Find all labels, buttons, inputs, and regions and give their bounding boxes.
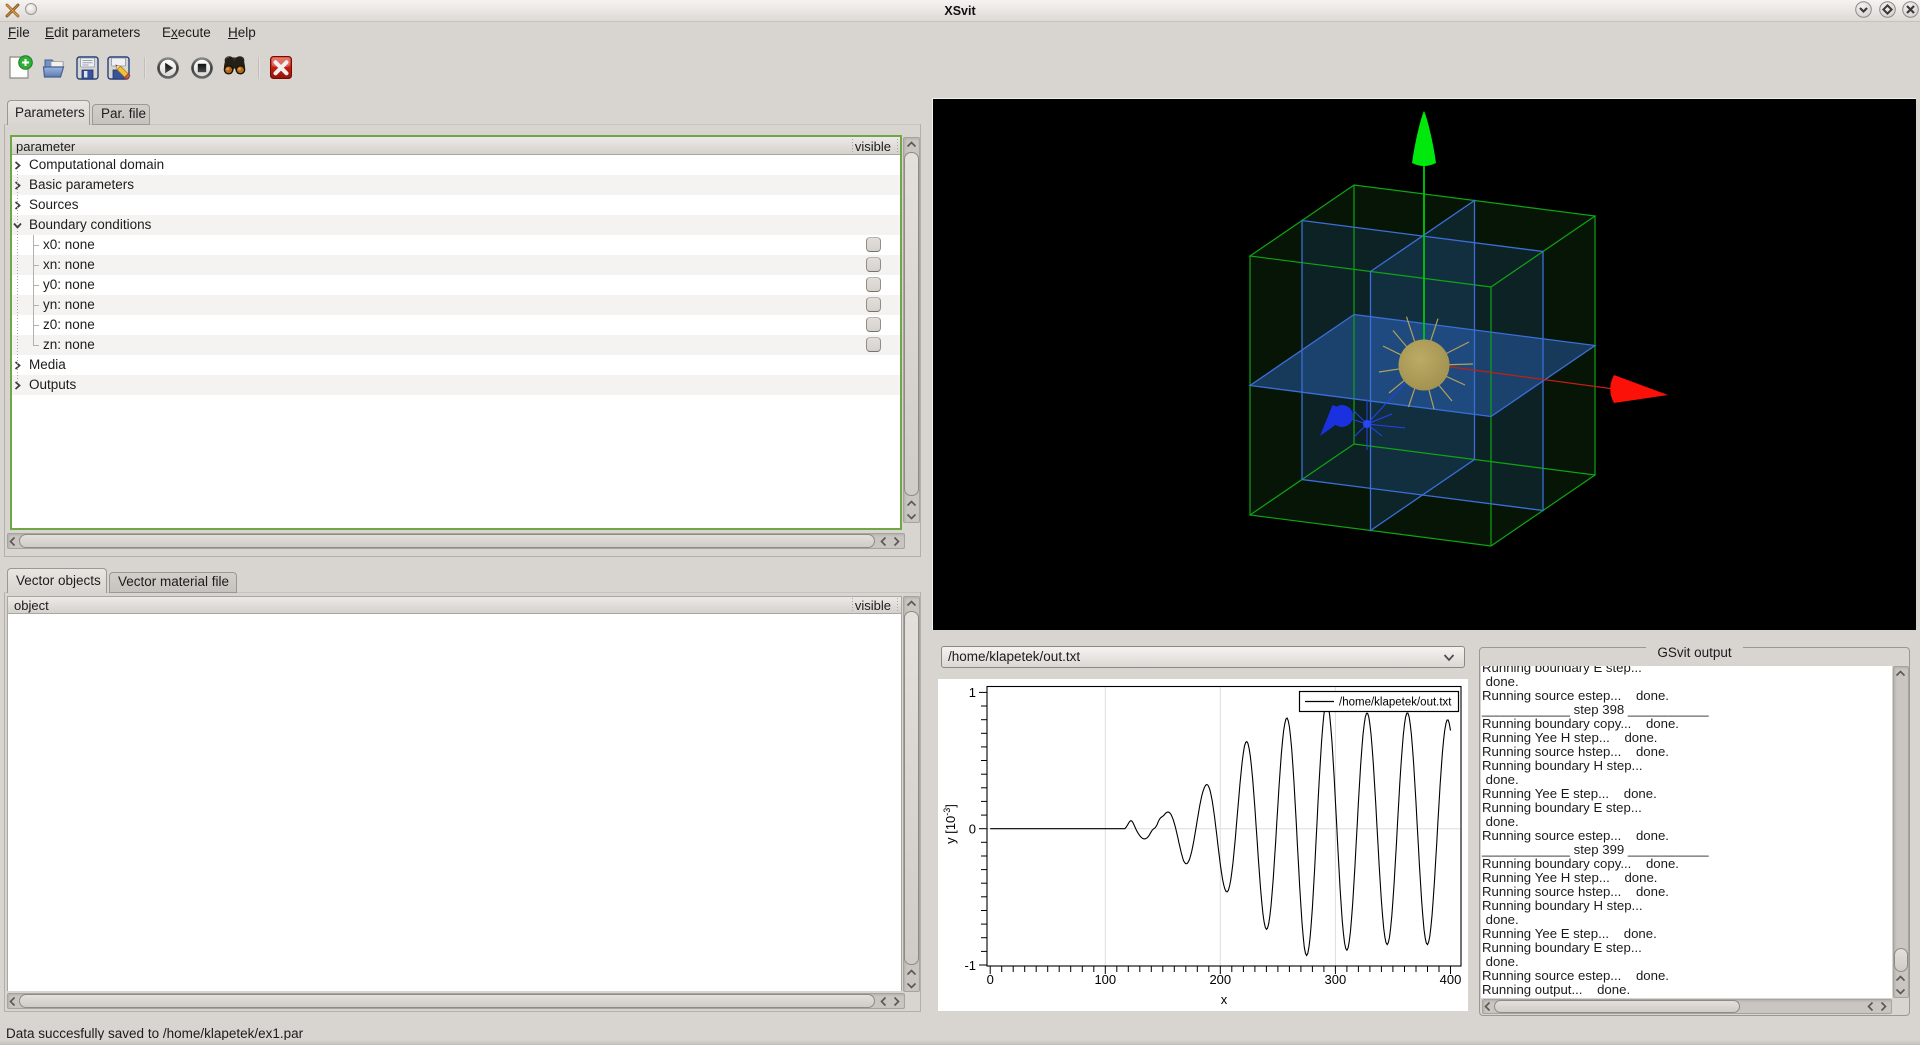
svg-text:300: 300 bbox=[1325, 972, 1347, 987]
svg-text:0: 0 bbox=[969, 822, 976, 837]
svg-text:200: 200 bbox=[1209, 972, 1231, 987]
svg-text:100: 100 bbox=[1094, 972, 1116, 987]
svg-text:1: 1 bbox=[969, 685, 976, 700]
svg-text:/home/klapetek/out.txt: /home/klapetek/out.txt bbox=[1339, 697, 1452, 709]
svg-text:0: 0 bbox=[987, 972, 994, 987]
svg-text:-1: -1 bbox=[964, 958, 976, 973]
svg-text:y [10-3]: y [10-3] bbox=[942, 804, 958, 844]
svg-text:400: 400 bbox=[1440, 972, 1462, 987]
svg-text:x: x bbox=[1221, 992, 1228, 1007]
